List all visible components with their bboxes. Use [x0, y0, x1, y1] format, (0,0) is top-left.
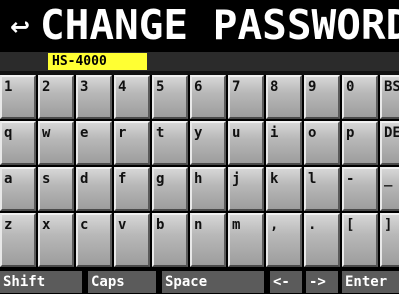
header-bar: ↩ CHANGE PASSWORD: [0, 0, 399, 52]
key-v[interactable]: v: [114, 213, 150, 267]
key-underscore[interactable]: _: [380, 167, 399, 211]
delete-key[interactable]: DEL: [380, 121, 399, 165]
key-t[interactable]: t: [152, 121, 188, 165]
change-password-screen: ↩ CHANGE PASSWORD HS-4000 1 2 3 4 5 6 7 …: [0, 0, 399, 294]
back-icon[interactable]: ↩: [6, 14, 34, 40]
key-i[interactable]: i: [266, 121, 302, 165]
key-d[interactable]: d: [76, 167, 112, 211]
key-f[interactable]: f: [114, 167, 150, 211]
software-keyboard: 1 2 3 4 5 6 7 8 9 0 BS q w e r t y u i o…: [0, 75, 399, 294]
key-7[interactable]: 7: [228, 75, 264, 119]
key-m[interactable]: m: [228, 213, 264, 267]
key-1[interactable]: 1: [0, 75, 36, 119]
key-hyphen[interactable]: -: [342, 167, 378, 211]
key-x[interactable]: x: [38, 213, 74, 267]
cursor-left-key[interactable]: <-: [270, 271, 304, 293]
key-comma[interactable]: ,: [266, 213, 302, 267]
key-z[interactable]: z: [0, 213, 36, 267]
key-p[interactable]: p: [342, 121, 378, 165]
key-r[interactable]: r: [114, 121, 150, 165]
key-6[interactable]: 6: [190, 75, 226, 119]
password-input[interactable]: HS-4000: [48, 53, 147, 70]
key-n[interactable]: n: [190, 213, 226, 267]
key-u[interactable]: u: [228, 121, 264, 165]
key-s[interactable]: s: [38, 167, 74, 211]
key-8[interactable]: 8: [266, 75, 302, 119]
space-key[interactable]: Space: [162, 271, 266, 293]
key-period[interactable]: .: [304, 213, 340, 267]
key-c[interactable]: c: [76, 213, 112, 267]
key-5[interactable]: 5: [152, 75, 188, 119]
page-title: CHANGE PASSWORD: [40, 1, 399, 49]
key-2[interactable]: 2: [38, 75, 74, 119]
key-9[interactable]: 9: [304, 75, 340, 119]
key-3[interactable]: 3: [76, 75, 112, 119]
key-j[interactable]: j: [228, 167, 264, 211]
cursor-right-key[interactable]: ->: [306, 271, 340, 293]
key-y[interactable]: y: [190, 121, 226, 165]
key-0[interactable]: 0: [342, 75, 378, 119]
key-k[interactable]: k: [266, 167, 302, 211]
backspace-key[interactable]: BS: [380, 75, 399, 119]
key-close-bracket[interactable]: ]: [380, 213, 399, 267]
key-q[interactable]: q: [0, 121, 36, 165]
enter-key[interactable]: Enter: [342, 271, 399, 293]
key-a[interactable]: a: [0, 167, 36, 211]
key-open-bracket[interactable]: [: [342, 213, 378, 267]
key-h[interactable]: h: [190, 167, 226, 211]
caps-key[interactable]: Caps: [88, 271, 158, 293]
input-row: HS-4000: [0, 52, 399, 71]
key-g[interactable]: g: [152, 167, 188, 211]
key-b[interactable]: b: [152, 213, 188, 267]
key-l[interactable]: l: [304, 167, 340, 211]
shift-key[interactable]: Shift: [0, 271, 84, 293]
key-o[interactable]: o: [304, 121, 340, 165]
key-w[interactable]: w: [38, 121, 74, 165]
key-4[interactable]: 4: [114, 75, 150, 119]
key-e[interactable]: e: [76, 121, 112, 165]
